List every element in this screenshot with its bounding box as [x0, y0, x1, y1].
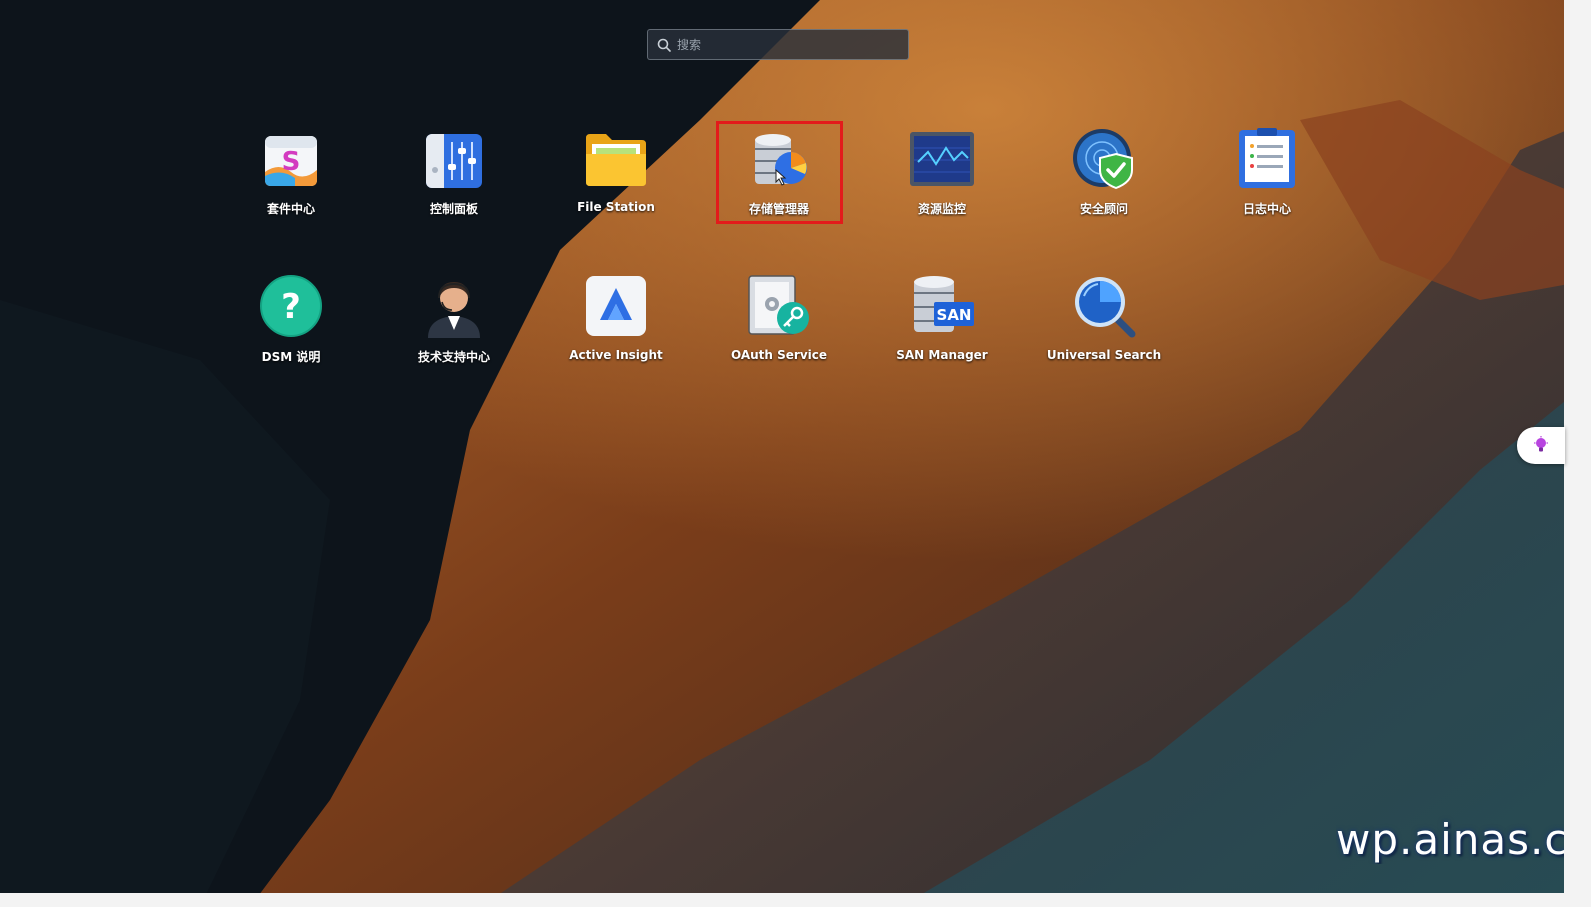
- san-badge-text: SAN: [937, 306, 972, 324]
- active-insight-icon: [584, 274, 648, 338]
- app-oauth-service[interactable]: OAuth Service: [704, 270, 854, 380]
- app-label: Active Insight: [569, 348, 663, 362]
- magnifier-search-icon: [1072, 274, 1136, 338]
- right-edge-strip: [1564, 0, 1591, 907]
- highlight-frame: [716, 121, 843, 224]
- app-file-station[interactable]: File Station: [541, 122, 691, 232]
- app-label: 资源监控: [917, 202, 966, 216]
- package-center-icon: S: [259, 126, 323, 190]
- san-manager-icon: SAN: [910, 274, 974, 338]
- app-dsm-help[interactable]: ? DSM 说明: [216, 270, 366, 380]
- oauth-key-icon: [747, 274, 811, 338]
- log-center-icon: [1235, 126, 1299, 190]
- folder-icon: [584, 126, 648, 190]
- svg-text:S: S: [282, 147, 301, 177]
- app-resource-monitor[interactable]: 资源监控: [867, 122, 1017, 232]
- control-panel-icon: [422, 126, 486, 190]
- app-active-insight[interactable]: Active Insight: [541, 270, 691, 380]
- app-label: File Station: [577, 200, 655, 214]
- app-label: 控制面板: [429, 202, 478, 216]
- app-label: OAuth Service: [730, 348, 828, 362]
- help-question-icon: ?: [259, 274, 323, 338]
- app-package-center[interactable]: S 套件中心: [216, 122, 366, 232]
- lightbulb-icon: [1534, 436, 1548, 452]
- search-icon: [657, 38, 671, 52]
- side-assistant-tab[interactable]: [1517, 427, 1565, 464]
- desktop: S 套件中心 控制面板: [0, 0, 1591, 907]
- svg-text:?: ?: [281, 287, 301, 327]
- app-san-manager[interactable]: SAN SAN Manager: [867, 270, 1017, 380]
- app-control-panel[interactable]: 控制面板: [379, 122, 529, 232]
- app-log-center[interactable]: 日志中心: [1192, 122, 1342, 232]
- app-security-advisor[interactable]: 安全顾问: [1029, 122, 1179, 232]
- support-agent-icon: [422, 274, 486, 338]
- app-support-center[interactable]: 技术支持中心: [379, 270, 529, 380]
- app-label: 套件中心: [266, 202, 315, 216]
- security-shield-icon: [1072, 126, 1136, 190]
- app-label: SAN Manager: [896, 348, 988, 362]
- app-label: 安全顾问: [1079, 202, 1128, 216]
- watermark-text: wp.ainas.cc: [1336, 815, 1564, 864]
- search-input[interactable]: [671, 30, 908, 59]
- search-bar[interactable]: [647, 29, 909, 60]
- bottom-edge-strip: [0, 893, 1591, 907]
- app-label: 日志中心: [1242, 202, 1291, 216]
- app-label: DSM 说明: [261, 350, 321, 364]
- app-label: 技术支持中心: [417, 350, 490, 364]
- app-label: Universal Search: [1046, 348, 1162, 362]
- resource-monitor-icon: [910, 126, 974, 190]
- app-universal-search[interactable]: Universal Search: [1029, 270, 1179, 380]
